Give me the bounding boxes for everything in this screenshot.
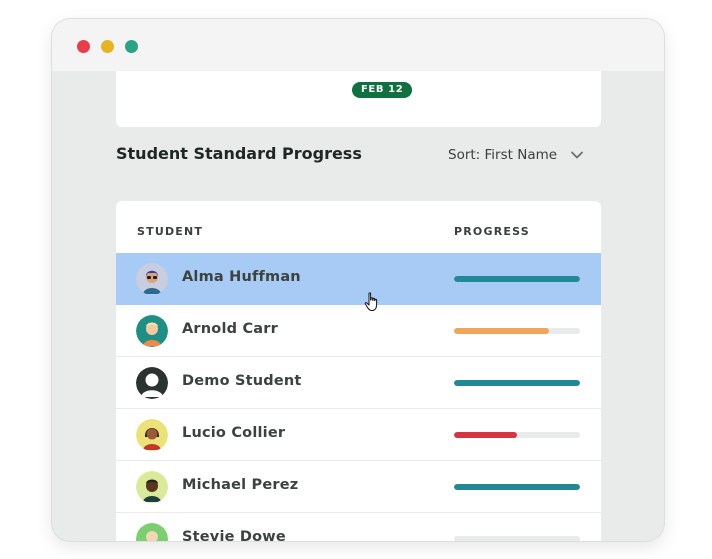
title-bar: [52, 19, 664, 71]
progress-bar-fill: [454, 432, 517, 438]
avatar: [136, 367, 168, 399]
table-row[interactable]: Arnold Carr: [116, 305, 601, 357]
progress-bar-fill: [454, 380, 580, 386]
progress-bar-fill: [454, 276, 580, 282]
chevron-down-icon: [571, 151, 583, 159]
table-row[interactable]: Alma Huffman: [116, 253, 601, 305]
calendar-card: FEB 12: [116, 71, 601, 127]
avatar: [136, 523, 168, 541]
avatar: [136, 419, 168, 451]
progress-bar: [454, 536, 580, 541]
student-name[interactable]: Michael Perez: [182, 477, 298, 493]
table-row[interactable]: Lucio Collier: [116, 409, 601, 461]
app-window: FEB 12 Student Standard Progress Sort: F…: [52, 19, 664, 541]
progress-bar: [454, 276, 580, 282]
column-header-student[interactable]: STUDENT: [137, 225, 203, 238]
student-table: STUDENT PROGRESS Alma Huffman Arnold Car…: [116, 201, 601, 541]
student-name[interactable]: Stevie Dowe: [182, 529, 286, 541]
zoom-window-button[interactable]: [125, 40, 138, 53]
progress-bar: [454, 328, 580, 334]
avatar: [136, 315, 168, 347]
student-name[interactable]: Lucio Collier: [182, 425, 285, 441]
sort-label: Sort: First Name: [448, 147, 558, 163]
progress-bar: [454, 432, 580, 438]
student-name[interactable]: Arnold Carr: [182, 321, 278, 337]
progress-bar-fill: [454, 484, 580, 490]
progress-bar: [454, 484, 580, 490]
date-badge[interactable]: FEB 12: [352, 82, 413, 98]
section-title: Student Standard Progress: [116, 144, 362, 163]
table-row[interactable]: Stevie Dowe: [116, 513, 601, 541]
avatar: [136, 471, 168, 503]
minimize-window-button[interactable]: [101, 40, 114, 53]
student-name[interactable]: Alma Huffman: [182, 269, 301, 285]
student-name[interactable]: Demo Student: [182, 373, 302, 389]
avatar: [136, 263, 168, 295]
column-header-progress[interactable]: PROGRESS: [454, 225, 530, 238]
sort-dropdown[interactable]: Sort: First Name: [448, 146, 585, 164]
table-row[interactable]: Demo Student: [116, 357, 601, 409]
close-window-button[interactable]: [77, 40, 90, 53]
progress-bar: [454, 380, 580, 386]
progress-bar-fill: [454, 328, 549, 334]
stage: FEB 12 Student Standard Progress Sort: F…: [0, 0, 712, 559]
table-row[interactable]: Michael Perez: [116, 461, 601, 513]
hand-pointer-icon: [364, 292, 378, 311]
